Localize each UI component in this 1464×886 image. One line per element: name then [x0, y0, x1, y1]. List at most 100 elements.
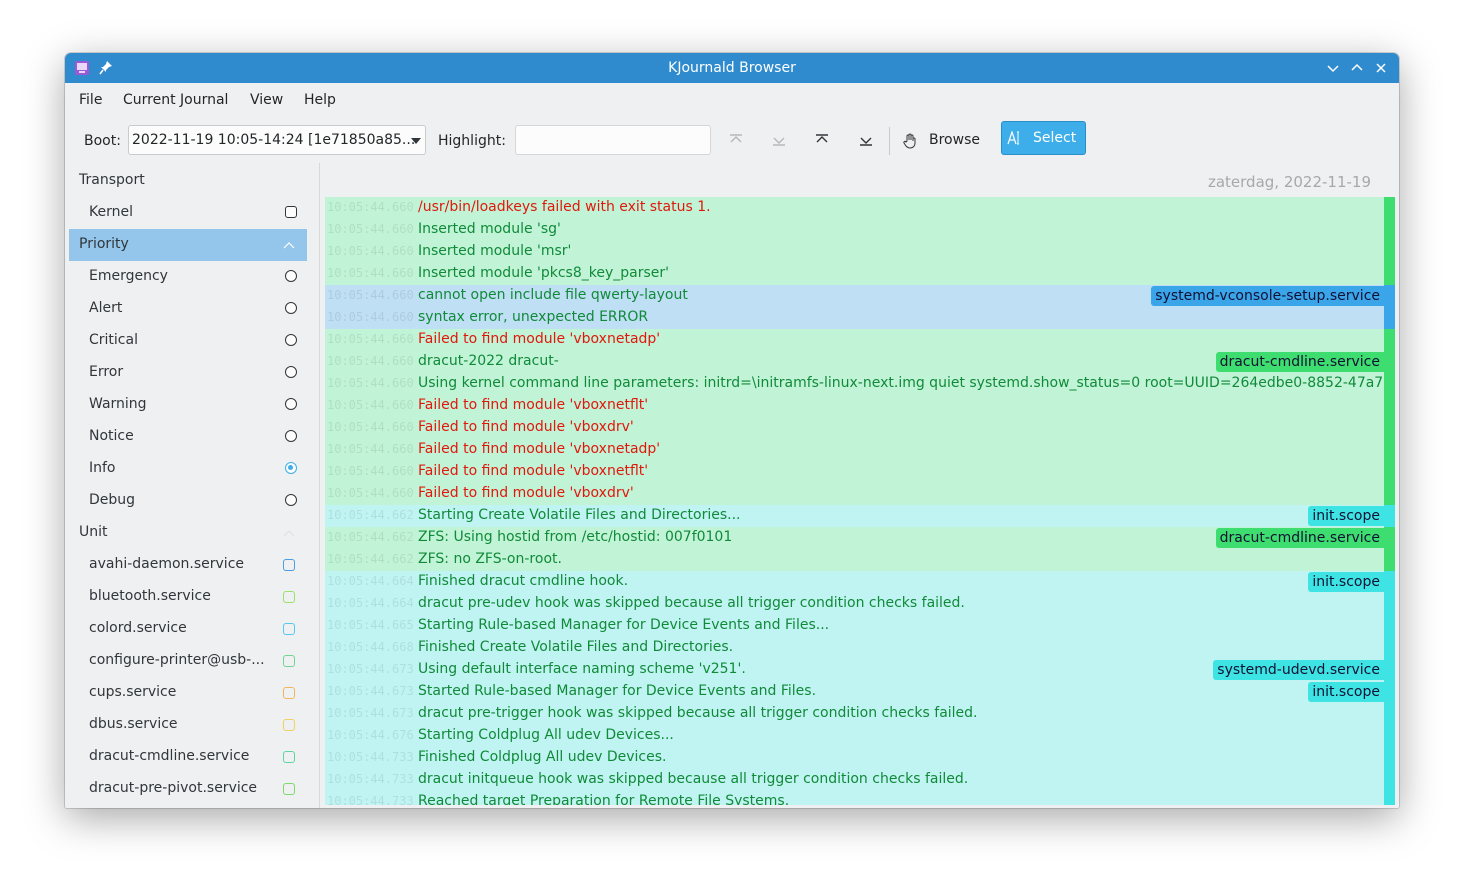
- unit-item[interactable]: configure-printer@usb-...: [69, 645, 307, 677]
- log-entry[interactable]: 10:05:44.662 Starting Create Volatile Fil…: [325, 505, 1395, 527]
- kernel-checkbox[interactable]: [285, 206, 297, 218]
- priority-item-label: Error: [89, 364, 124, 380]
- unit-checkbox[interactable]: [283, 623, 295, 635]
- priority-item-debug[interactable]: Debug: [69, 485, 307, 517]
- select-button[interactable]: Select: [1001, 121, 1086, 155]
- menu-view[interactable]: View: [250, 92, 283, 108]
- boot-select[interactable]: 2022-11-19 10:05-14:24 [1e71850a85...: [128, 125, 426, 155]
- transport-item-kernel[interactable]: Kernel: [69, 197, 307, 229]
- log-entry[interactable]: 10:05:44.733 Finished Coldplug All udev D…: [325, 747, 1395, 769]
- log-entry[interactable]: 10:05:44.660 Inserted module 'sg': [325, 219, 1395, 241]
- log-message: Reached target Preparation for Remote Fi…: [418, 793, 790, 805]
- log-entry[interactable]: 10:05:44.660 Inserted module 'msr': [325, 241, 1395, 263]
- title-bar[interactable]: KJournald Browser: [65, 53, 1399, 83]
- log-entry[interactable]: 10:05:44.733 dracut initqueue hook was sk…: [325, 769, 1395, 791]
- unit-checkbox[interactable]: [283, 783, 295, 795]
- log-entry[interactable]: 10:05:44.660 Using kernel command line pa…: [325, 373, 1395, 395]
- log-message: Inserted module 'msr': [418, 243, 572, 259]
- log-entry[interactable]: 10:05:44.673 dracut pre-trigger hook was …: [325, 703, 1395, 725]
- go-bottom-icon[interactable]: [857, 131, 875, 149]
- log-entry[interactable]: 10:05:44.676 Starting Coldplug All udev D…: [325, 725, 1395, 747]
- unit-checkbox[interactable]: [283, 751, 295, 763]
- maximize-icon[interactable]: [1348, 59, 1366, 77]
- priority-item-notice[interactable]: Notice: [69, 421, 307, 453]
- priority-item-emergency[interactable]: Emergency: [69, 261, 307, 293]
- log-timestamp: 10:05:44.660: [327, 464, 414, 478]
- search-next-icon[interactable]: [770, 131, 788, 149]
- log-message: dracut-2022 dracut-: [418, 353, 559, 369]
- log-timestamp: 10:05:44.662: [327, 552, 414, 566]
- log-entry[interactable]: 10:05:44.660 Inserted module 'pkcs8_key_p…: [325, 263, 1395, 285]
- priority-item-alert[interactable]: Alert: [69, 293, 307, 325]
- priority-radio[interactable]: [285, 430, 297, 442]
- log-entry[interactable]: 10:05:44.660 syntax error, unexpected ERR…: [325, 307, 1395, 329]
- unit-color-bar: [1384, 593, 1395, 615]
- log-entry[interactable]: 10:05:44.733 Reached target Preparation f…: [325, 791, 1395, 805]
- unit-item-label: dracut-pre-pivot.service: [89, 780, 258, 796]
- log-entry[interactable]: 10:05:44.660 dracut-2022 dracut-dracut-cm…: [325, 351, 1395, 373]
- priority-radio[interactable]: [285, 334, 297, 346]
- priority-item-info[interactable]: Info: [69, 453, 307, 485]
- unit-tag: dracut-cmdline.service: [1215, 352, 1384, 372]
- section-unit[interactable]: Unit: [69, 517, 307, 549]
- highlight-input[interactable]: [515, 125, 711, 155]
- priority-item-error[interactable]: Error: [69, 357, 307, 389]
- menu-current-journal[interactable]: Current Journal: [123, 92, 228, 108]
- section-priority[interactable]: Priority: [69, 229, 307, 261]
- unit-item[interactable]: dracut-cmdline.service: [69, 741, 307, 773]
- priority-radio[interactable]: [285, 494, 297, 506]
- log-entry[interactable]: 10:05:44.660 Failed to find module 'vboxn…: [325, 329, 1395, 351]
- priority-radio[interactable]: [285, 366, 297, 378]
- section-transport[interactable]: Transport: [69, 165, 307, 197]
- log-message: cannot open include file qwerty-layout: [418, 287, 688, 303]
- unit-checkbox[interactable]: [283, 719, 295, 731]
- log-message: dracut pre-udev hook was skipped because…: [418, 595, 965, 611]
- chevron-down-icon: [411, 138, 421, 144]
- priority-radio[interactable]: [285, 398, 297, 410]
- unit-color-bar: [1384, 747, 1395, 769]
- log-entry[interactable]: 10:05:44.660 Failed to find module 'vboxn…: [325, 439, 1395, 461]
- menu-help[interactable]: Help: [304, 92, 336, 108]
- log-entry[interactable]: 10:05:44.668 Finished Create Volatile Fil…: [325, 637, 1395, 659]
- unit-checkbox[interactable]: [283, 655, 295, 667]
- unit-color-bar: [1384, 307, 1395, 329]
- priority-radio-selected[interactable]: [285, 462, 297, 474]
- log-entry[interactable]: 10:05:44.660 cannot open include file qwe…: [325, 285, 1395, 307]
- priority-item-critical[interactable]: Critical: [69, 325, 307, 357]
- unit-color-bar: [1384, 417, 1395, 439]
- unit-checkbox[interactable]: [283, 687, 295, 699]
- log-entry[interactable]: 10:05:44.660 Failed to find module 'vboxd…: [325, 483, 1395, 505]
- log-entry[interactable]: 10:05:44.673 Started Rule-based Manager f…: [325, 681, 1395, 703]
- menu-file[interactable]: File: [79, 92, 102, 108]
- browse-button[interactable]: Browse: [901, 125, 989, 157]
- log-list[interactable]: 10:05:44.660/usr/bin/loadkeys failed wit…: [325, 197, 1395, 805]
- unit-item-label: avahi-daemon.service: [89, 556, 245, 572]
- log-entry[interactable]: 10:05:44.664 Finished dracut cmdline hook…: [325, 571, 1395, 593]
- section-unit-label: Unit: [79, 524, 108, 540]
- unit-item[interactable]: dbus.service: [69, 709, 307, 741]
- close-icon[interactable]: [1372, 59, 1390, 77]
- log-entry[interactable]: 10:05:44.660/usr/bin/loadkeys failed wit…: [325, 197, 1395, 219]
- log-entry[interactable]: 10:05:44.673 Using default interface nami…: [325, 659, 1395, 681]
- go-top-icon[interactable]: [813, 131, 831, 149]
- search-previous-icon[interactable]: [727, 131, 745, 149]
- priority-radio[interactable]: [285, 270, 297, 282]
- log-entry[interactable]: 10:05:44.662 ZFS: Using hostid from /etc/…: [325, 527, 1395, 549]
- unit-checkbox[interactable]: [283, 559, 295, 571]
- unit-checkbox[interactable]: [283, 591, 295, 603]
- unit-item[interactable]: bluetooth.service: [69, 581, 307, 613]
- unit-item[interactable]: colord.service: [69, 613, 307, 645]
- boot-value: 2022-11-19 10:05-14:24 [1e71850a85...: [132, 132, 416, 148]
- priority-item-warning[interactable]: Warning: [69, 389, 307, 421]
- log-entry[interactable]: 10:05:44.664 dracut pre-udev hook was ski…: [325, 593, 1395, 615]
- unit-item[interactable]: dracut-pre-pivot.service: [69, 773, 307, 805]
- log-entry[interactable]: 10:05:44.660 Failed to find module 'vboxn…: [325, 395, 1395, 417]
- unit-item[interactable]: cups.service: [69, 677, 307, 709]
- log-entry[interactable]: 10:05:44.660 Failed to find module 'vboxd…: [325, 417, 1395, 439]
- minimize-icon[interactable]: [1324, 59, 1342, 77]
- log-entry[interactable]: 10:05:44.665 Starting Rule-based Manager …: [325, 615, 1395, 637]
- log-entry[interactable]: 10:05:44.660 Failed to find module 'vboxn…: [325, 461, 1395, 483]
- priority-radio[interactable]: [285, 302, 297, 314]
- log-entry[interactable]: 10:05:44.662 ZFS: no ZFS-on-root.: [325, 549, 1395, 571]
- unit-item[interactable]: avahi-daemon.service: [69, 549, 307, 581]
